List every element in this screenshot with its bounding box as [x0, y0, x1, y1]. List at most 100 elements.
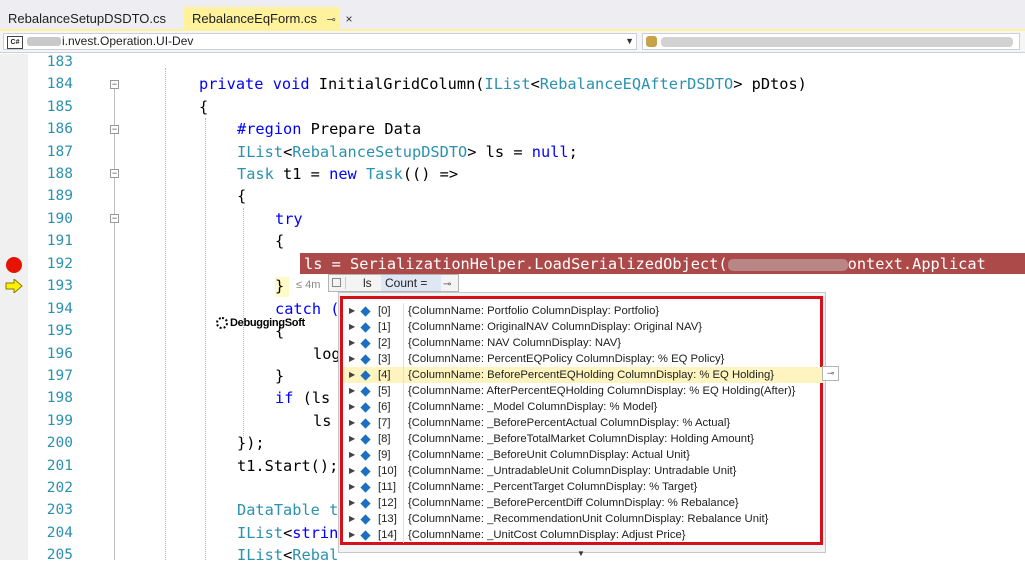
item-value[interactable]: {ColumnName: Portfolio ColumnDisplay: Po… — [408, 303, 659, 319]
code-text[interactable]: log — [313, 343, 341, 365]
tab-rebalance-eq-form[interactable]: RebalanceEqForm.cs ⊸ × — [184, 7, 352, 31]
item-value[interactable]: {ColumnName: _BeforePercentActual Column… — [408, 415, 730, 431]
list-item[interactable]: ▶ [13] {ColumnName: _RecommendationUnit Co… — [343, 511, 820, 527]
code-text[interactable]: Task t1 = new Task(() => — [237, 163, 458, 185]
variable-value[interactable]: Count = 18 — [381, 275, 441, 306]
code-line: 189 { — [0, 185, 1025, 207]
expand-icon[interactable]: ▶ — [349, 527, 355, 543]
item-value[interactable]: {ColumnName: _PercentTarget ColumnDispla… — [408, 479, 697, 495]
item-value[interactable]: {ColumnName: OriginalNAV ColumnDisplay: … — [408, 319, 702, 335]
list-item[interactable]: ▶ [11] {ColumnName: _PercentTarget ColumnD… — [343, 479, 820, 495]
pin-icon[interactable] — [332, 278, 341, 287]
object-icon — [360, 306, 371, 317]
expand-icon[interactable]: ▶ — [349, 335, 355, 351]
list-item[interactable]: ▶ [5] {ColumnName: AfterPercentEQHolding C… — [343, 383, 820, 399]
document-tab-strip: RebalanceSetupDSDTO.cs RebalanceEqForm.c… — [0, 0, 1025, 31]
code-text[interactable]: ls = SerializationHelper.LoadSerializedO… — [304, 253, 986, 275]
list-item[interactable]: ▶ [3] {ColumnName: PercentEQPolicy ColumnD… — [343, 351, 820, 367]
code-text[interactable]: IList<strin — [237, 522, 338, 544]
item-index: [11] — [378, 481, 397, 493]
line-number: 197 — [46, 368, 73, 384]
object-icon — [360, 370, 371, 381]
item-index: [9] — [378, 449, 391, 461]
expand-icon[interactable]: ▶ — [349, 367, 355, 383]
line-number: 200 — [46, 435, 73, 451]
code-text[interactable]: } — [275, 275, 284, 297]
navigation-bar: C# i.nvest.Operation.UI-Dev ▼ — [0, 31, 1025, 53]
code-text[interactable]: ls — [313, 410, 331, 432]
code-text[interactable]: IList<Rebal — [237, 544, 338, 566]
expand-icon[interactable]: ▶ — [349, 319, 355, 335]
expand-icon[interactable]: ▶ — [349, 479, 355, 495]
current-statement-arrow-icon — [5, 279, 23, 293]
list-item[interactable]: ▶ [7] {ColumnName: _BeforePercentActual Co… — [343, 415, 820, 431]
item-value[interactable]: {ColumnName: BeforePercentEQHolding Colu… — [408, 367, 774, 383]
item-value[interactable]: {ColumnName: _BeforePercentDiff ColumnDi… — [408, 495, 739, 511]
item-value[interactable]: {ColumnName: _UnitCost ColumnDisplay: Ad… — [408, 527, 686, 543]
divider — [403, 479, 404, 495]
item-value[interactable]: {ColumnName: _Model ColumnDisplay: % Mod… — [408, 399, 657, 415]
magnifier-icon[interactable]: ⊸ — [443, 277, 451, 293]
list-item[interactable]: ▶ [0] {ColumnName: Portfolio ColumnDisplay… — [343, 303, 820, 319]
code-text[interactable]: DataTable t — [237, 499, 338, 521]
object-icon — [360, 482, 371, 493]
redacted-text — [27, 37, 61, 47]
close-icon[interactable]: × — [345, 12, 352, 26]
code-text[interactable]: if (ls — [275, 387, 330, 409]
code-text[interactable]: { — [275, 230, 284, 252]
tab-rebalance-setup[interactable]: RebalanceSetupDSDTO.cs — [0, 7, 182, 31]
perf-tip[interactable]: ≤ 4m — [296, 279, 320, 291]
pin-icon[interactable]: ⊸ — [822, 366, 839, 381]
chevron-down-icon[interactable]: ▼ — [625, 34, 634, 49]
line-number: 193 — [46, 278, 73, 294]
item-value[interactable]: {ColumnName: PercentEQPolicy ColumnDispl… — [408, 351, 724, 367]
expand-icon[interactable]: ▶ — [349, 431, 355, 447]
expand-icon[interactable]: ▶ — [349, 447, 355, 463]
item-value[interactable]: {ColumnName: NAV ColumnDisplay: NAV} — [408, 335, 621, 351]
list-item[interactable]: ▶ [2] {ColumnName: NAV ColumnDisplay: NAV} — [343, 335, 820, 351]
scroll-down-icon[interactable]: ▼ — [577, 549, 585, 558]
list-item[interactable]: ▶ [14] {ColumnName: _UnitCost ColumnDispla… — [343, 527, 820, 543]
datatip-header[interactable]: ls Count = 18 ⊸ — [328, 274, 459, 306]
code-text[interactable]: { — [237, 185, 246, 207]
code-text[interactable]: }); — [237, 432, 265, 454]
item-value[interactable]: {ColumnName: _UntradableUnit ColumnDispl… — [408, 463, 736, 479]
expand-icon[interactable]: ▶ — [349, 463, 355, 479]
code-text[interactable]: t1.Start(); — [237, 455, 338, 477]
expand-icon[interactable]: ▶ — [349, 303, 355, 319]
pin-icon[interactable]: ⊸ — [327, 14, 336, 26]
code-text[interactable]: { — [199, 96, 208, 118]
item-value[interactable]: {ColumnName: _BeforeUnit ColumnDisplay: … — [408, 447, 690, 463]
item-value[interactable]: {ColumnName: _RecommendationUnit ColumnD… — [408, 511, 768, 527]
list-item[interactable]: ▶ [10] {ColumnName: _UntradableUnit Column… — [343, 463, 820, 479]
line-number: 201 — [46, 458, 73, 474]
line-number: 185 — [46, 99, 73, 115]
expand-icon[interactable]: ▶ — [349, 495, 355, 511]
code-text[interactable]: private void InitialGridColumn(IList<Reb… — [199, 73, 807, 95]
code-text[interactable]: IList<RebalanceSetupDSDTO> ls = null; — [237, 141, 578, 163]
expand-icon[interactable]: ▶ — [349, 415, 355, 431]
list-item[interactable]: ▶ [8] {ColumnName: _BeforeTotalMarket Colu… — [343, 431, 820, 447]
project-dropdown[interactable]: C# i.nvest.Operation.UI-Dev ▼ — [3, 33, 637, 50]
code-text[interactable]: } — [275, 365, 284, 387]
code-text[interactable]: #region Prepare Data — [237, 118, 421, 140]
member-dropdown[interactable] — [642, 33, 1020, 50]
expand-icon[interactable]: ▶ — [349, 511, 355, 527]
code-text[interactable]: try — [275, 208, 303, 230]
list-item[interactable]: ▶ [6] {ColumnName: _Model ColumnDisplay: %… — [343, 399, 820, 415]
list-item[interactable]: ▶ [1] {ColumnName: OriginalNAV ColumnDispl… — [343, 319, 820, 335]
list-item[interactable]: ▶ [4] {ColumnName: BeforePercentEQHolding … — [343, 367, 823, 383]
expand-icon[interactable]: ▶ — [349, 399, 355, 415]
datatip-items-list[interactable]: ▶ [0] {ColumnName: Portfolio ColumnDisplay… — [340, 296, 823, 545]
item-value[interactable]: {ColumnName: AfterPercentEQHolding Colum… — [408, 383, 795, 399]
expand-icon[interactable]: ▶ — [349, 383, 355, 399]
breakpoint-icon[interactable] — [6, 257, 22, 273]
object-icon — [360, 402, 371, 413]
list-item[interactable]: ▶ [12] {ColumnName: _BeforePercentDiff Col… — [343, 495, 820, 511]
line-number: 191 — [46, 233, 73, 249]
list-item[interactable]: ▶ [9] {ColumnName: _BeforeUnit ColumnDispl… — [343, 447, 820, 463]
divider — [403, 367, 404, 383]
divider — [403, 447, 404, 463]
expand-icon[interactable]: ▶ — [349, 351, 355, 367]
item-value[interactable]: {ColumnName: _BeforeTotalMarket ColumnDi… — [408, 431, 754, 447]
